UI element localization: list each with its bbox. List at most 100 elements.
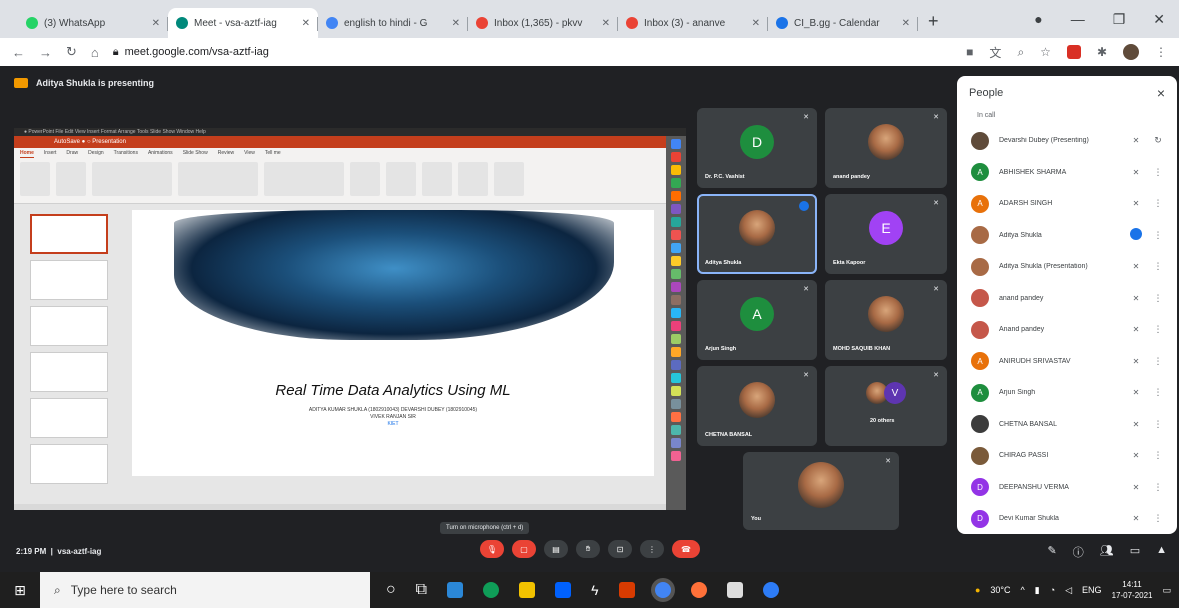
dock-app-icon[interactable] <box>671 295 681 305</box>
present-button[interactable]: ⊡ <box>608 540 632 558</box>
bookmark-star-icon[interactable]: ☆ <box>1040 45 1051 59</box>
participant-tile[interactable]: E Ekta Kapoor ✕ <box>825 194 947 274</box>
browser-tab[interactable]: (3) WhatsApp ✕ <box>18 8 168 38</box>
dock-app-icon[interactable] <box>671 438 681 448</box>
firefox-icon[interactable] <box>690 582 707 598</box>
tab-close-icon[interactable]: ✕ <box>152 18 160 29</box>
edge-icon[interactable] <box>483 582 500 598</box>
person-more-icon[interactable]: ⋮ <box>1153 261 1163 272</box>
people-icon[interactable]: 👥︎ <box>1100 544 1114 560</box>
taskbar-search[interactable]: ⌕ Type here to search <box>40 572 370 608</box>
raise-hand-button[interactable]: ✋︎ <box>576 540 600 558</box>
forward-icon[interactable]: → <box>39 45 52 60</box>
participant-tile[interactable]: V 20 others ✕ <box>825 366 947 446</box>
people-list-item[interactable]: A ABHISHEK SHARMA ✕ ⋮ <box>957 157 1177 189</box>
participant-tile[interactable]: Aditya Shukla <box>697 194 817 274</box>
network-icon[interactable]: ◔ <box>1050 585 1055 595</box>
camera-icon[interactable]: ■ <box>966 45 973 59</box>
people-list-item[interactable]: D DEEPANSHU VERMA ✕ ⋮ <box>957 472 1177 504</box>
menu-icon[interactable]: ⋮ <box>1155 45 1167 59</box>
slide-thumbnail[interactable] <box>30 444 108 484</box>
language-label[interactable]: ENG <box>1082 585 1102 595</box>
browser-tab[interactable]: english to hindi - G ✕ <box>318 8 468 38</box>
task-view-icon[interactable]: ⧉ <box>416 581 427 599</box>
person-more-icon[interactable]: ⋮ <box>1153 293 1163 304</box>
captions-button[interactable]: ▤ <box>544 540 568 558</box>
close-window-icon[interactable]: ✕ <box>1153 11 1165 28</box>
people-list-item[interactable]: A ANIRUDH SRIVASTAV ✕ ⋮ <box>957 346 1177 378</box>
people-list-item[interactable]: D Devi Kumar Shukla ✕ ⋮ <box>957 503 1177 534</box>
dock-app-icon[interactable] <box>671 204 681 214</box>
person-more-icon[interactable]: ⋮ <box>1153 482 1163 493</box>
translate-icon[interactable]: 文 <box>989 44 1001 61</box>
dock-app-icon[interactable] <box>671 243 681 253</box>
chat-icon[interactable]: ▭ <box>1130 544 1140 560</box>
dock-app-icon[interactable] <box>671 451 681 461</box>
participant-tile[interactable]: anand pandey ✕ <box>825 108 947 188</box>
new-tab-button[interactable]: + <box>918 11 949 38</box>
tab-close-icon[interactable]: ✕ <box>902 18 910 29</box>
slide-thumbnail[interactable] <box>30 398 108 438</box>
dock-app-icon[interactable] <box>671 269 681 279</box>
browser-tab[interactable]: Meet - vsa-aztf-iag ✕ <box>168 8 318 38</box>
dock-app-icon[interactable] <box>671 347 681 357</box>
people-list-item[interactable]: CHIRAG PASSI ✕ ⋮ <box>957 440 1177 472</box>
tab-close-icon[interactable]: ✕ <box>302 18 310 29</box>
dock-app-icon[interactable] <box>671 152 681 162</box>
slide-thumbnail[interactable] <box>30 352 108 392</box>
people-list-item[interactable]: Anand pandey ✕ ⋮ <box>957 314 1177 346</box>
person-more-icon[interactable]: ⋮ <box>1153 167 1163 178</box>
dock-app-icon[interactable] <box>671 360 681 370</box>
more-options-button[interactable]: ⋮ <box>640 540 664 558</box>
browser-tab[interactable]: Inbox (1,365) - pkvv ✕ <box>468 8 618 38</box>
shapes-icon[interactable]: ▲ <box>1156 544 1167 560</box>
people-list-item[interactable]: Devarshi Dubey (Presenting) ✕ ↻ <box>957 125 1177 157</box>
cortana-icon[interactable]: ○ <box>386 581 396 599</box>
dock-app-icon[interactable] <box>671 412 681 422</box>
browser-tab[interactable]: Inbox (3) - ananve ✕ <box>618 8 768 38</box>
person-more-icon[interactable]: ⋮ <box>1153 513 1163 524</box>
participant-tile[interactable]: D Dr. P.C. Vashist ✕ <box>697 108 817 188</box>
dropbox-icon[interactable] <box>555 582 572 598</box>
volume-icon[interactable]: ◁ <box>1065 585 1072 596</box>
ribbon-group[interactable] <box>458 162 488 196</box>
participant-tile[interactable]: A Arjun Singh ✕ <box>697 280 817 360</box>
ribbon-group[interactable] <box>56 162 86 196</box>
close-panel-icon[interactable]: × <box>1157 85 1165 101</box>
store-icon[interactable] <box>447 582 464 598</box>
dock-app-icon[interactable] <box>671 321 681 331</box>
dock-app-icon[interactable] <box>671 386 681 396</box>
minimize-icon[interactable]: — <box>1071 11 1085 27</box>
slide-thumbnail[interactable] <box>30 260 108 300</box>
dock-app-icon[interactable] <box>671 178 681 188</box>
camera-off-button[interactable]: ▢ <box>512 540 536 558</box>
people-list-item[interactable]: A Arjun Singh ✕ ⋮ <box>957 377 1177 409</box>
home-icon[interactable]: ⌂ <box>91 45 99 60</box>
windows-start-icon[interactable]: ⊞ <box>0 582 40 599</box>
people-list-item[interactable]: anand pandey ✕ ⋮ <box>957 283 1177 315</box>
ribbon-group[interactable] <box>92 162 172 196</box>
profile-avatar-icon[interactable] <box>1123 44 1139 60</box>
battery-icon[interactable]: ▮ <box>1035 585 1040 596</box>
dock-app-icon[interactable] <box>671 256 681 266</box>
dock-app-icon[interactable] <box>671 217 681 227</box>
ribbon-group[interactable] <box>178 162 258 196</box>
office-icon[interactable] <box>618 582 635 598</box>
file-explorer-icon[interactable] <box>519 582 536 598</box>
dock-app-icon[interactable] <box>671 399 681 409</box>
chrome-icon[interactable] <box>654 582 671 598</box>
dock-app-icon[interactable] <box>671 282 681 292</box>
people-list-item[interactable]: Aditya Shukla (Presentation) ✕ ⋮ <box>957 251 1177 283</box>
tray-arrow-icon[interactable]: ^ <box>1021 585 1025 595</box>
person-more-icon[interactable]: ⋮ <box>1153 230 1163 241</box>
person-more-icon[interactable]: ⋮ <box>1153 356 1163 367</box>
mic-off-button[interactable]: 🎙︎ <box>480 540 504 558</box>
refresh-icon[interactable]: ↻ <box>1153 135 1163 146</box>
slide-thumbnail[interactable] <box>30 306 108 346</box>
participant-tile[interactable]: You ✕ <box>743 452 899 530</box>
participant-tile[interactable]: CHETNA BANSAL ✕ <box>697 366 817 446</box>
dock-app-icon[interactable] <box>671 139 681 149</box>
ribbon-group[interactable] <box>20 162 50 196</box>
puzzle-icon[interactable]: ✱ <box>1097 45 1107 59</box>
notifications-icon[interactable]: ▭ <box>1162 585 1171 596</box>
